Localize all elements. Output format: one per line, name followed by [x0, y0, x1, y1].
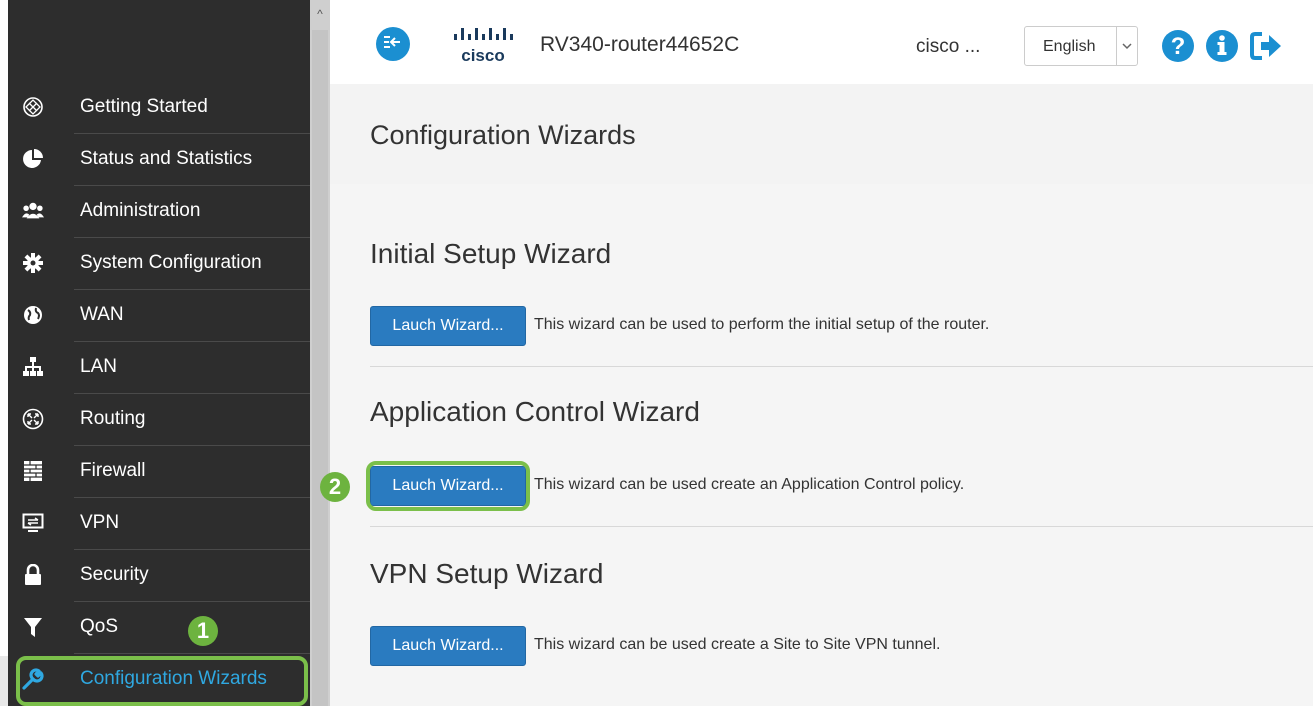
left-edge-active-marker [0, 656, 8, 706]
chevron-down-icon [1116, 27, 1137, 65]
sidebar-item-label: VPN [80, 512, 120, 533]
pie-chart-icon [22, 148, 44, 170]
gear-icon [22, 252, 44, 274]
device-name: RV340-router44652C [540, 33, 740, 56]
section-description: This wizard can be used to perform the i… [534, 316, 990, 333]
section-title-application-control: Application Control Wizard [370, 396, 700, 427]
sidebar-item-label: System Configuration [80, 252, 262, 273]
section-title-initial-setup: Initial Setup Wizard [370, 238, 612, 269]
help-icon[interactable]: ? [1161, 29, 1195, 63]
language-select[interactable]: English [1024, 26, 1138, 66]
sidebar-item-routing[interactable]: Routing [8, 394, 310, 446]
sidebar-scrollbar[interactable]: ^ [310, 0, 330, 706]
collapse-menu-icon [383, 33, 403, 56]
sidebar-item-lan[interactable]: LAN [8, 342, 310, 394]
svg-text:cisco: cisco [461, 46, 504, 65]
user-name[interactable]: cisco ... [916, 36, 980, 58]
vpn-icon [22, 512, 44, 534]
cisco-logo: cisco [450, 20, 520, 68]
section-title-vpn-setup: VPN Setup Wizard [370, 558, 604, 589]
sidebar-item-qos[interactable]: QoS [8, 602, 310, 654]
page-title-bar: Configuration Wizards [330, 84, 1313, 184]
sidebar-item-label: Firewall [80, 460, 146, 481]
callout-highlight-button [366, 461, 530, 511]
section-divider [370, 366, 1313, 367]
sidebar-item-label: WAN [80, 304, 124, 325]
svg-text:?: ? [1171, 33, 1186, 60]
section-description: This wizard can be used create an Applic… [534, 476, 965, 493]
scrollbar-thumb[interactable] [312, 30, 328, 706]
menu-toggle-button[interactable] [376, 27, 410, 61]
sidebar-item-getting-started[interactable]: Getting Started [8, 82, 310, 134]
sidebar-item-label: LAN [80, 356, 117, 377]
filter-icon [22, 616, 44, 638]
callout-badge-2: 2 [320, 472, 350, 502]
sidebar-item-status-and-statistics[interactable]: Status and Statistics [8, 134, 310, 186]
info-icon[interactable] [1205, 29, 1239, 63]
sidebar-item-label: Routing [80, 408, 146, 429]
sidebar-item-label: Security [80, 564, 149, 585]
left-edge [0, 0, 8, 706]
users-icon [22, 200, 44, 222]
main-content: Initial Setup Wizard Lauch Wizard... Thi… [330, 184, 1313, 706]
sidebar-item-label: Administration [80, 200, 201, 221]
sidebar-item-wan[interactable]: WAN [8, 290, 310, 342]
logout-icon[interactable] [1250, 29, 1284, 63]
launch-initial-setup-wizard-button[interactable]: Lauch Wizard... [370, 306, 526, 346]
header: cisco RV340-router44652C cisco ... Engli… [330, 0, 1313, 84]
lock-icon [22, 564, 44, 586]
sidebar-item-label: QoS [80, 616, 119, 637]
sidebar-item-administration[interactable]: Administration [8, 186, 310, 238]
sidebar-item-system-configuration[interactable]: System Configuration [8, 238, 310, 290]
scroll-up-arrow[interactable]: ^ [310, 4, 330, 24]
sidebar-item-vpn[interactable]: VPN [8, 498, 310, 550]
page-title: Configuration Wizards [370, 120, 636, 150]
section-divider [370, 526, 1313, 527]
section-description: This wizard can be used create a Site to… [534, 636, 941, 653]
launch-vpn-setup-wizard-button[interactable]: Lauch Wizard... [370, 626, 526, 666]
callout-badge-1: 1 [188, 616, 218, 646]
network-icon [22, 356, 44, 378]
getting-started-icon [22, 96, 44, 118]
sidebar-top [8, 0, 310, 80]
sidebar-item-security[interactable]: Security [8, 550, 310, 602]
routing-icon [22, 408, 44, 430]
sidebar: Getting Started Status and Statistics Ad… [8, 0, 310, 706]
language-value: English [1043, 38, 1096, 55]
firewall-icon [22, 460, 44, 482]
callout-highlight-sidebar [16, 656, 308, 706]
globe-icon [22, 304, 44, 326]
sidebar-item-label: Status and Statistics [80, 148, 253, 169]
sidebar-item-label: Getting Started [80, 96, 208, 117]
sidebar-item-firewall[interactable]: Firewall [8, 446, 310, 498]
